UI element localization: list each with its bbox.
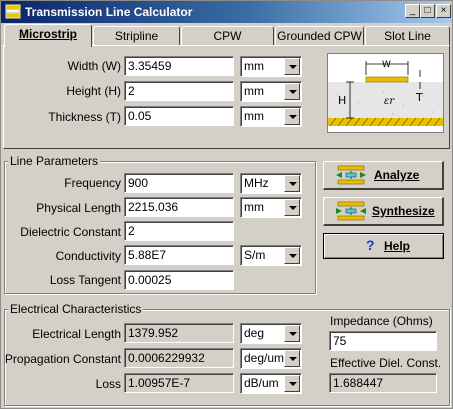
diagram-t-label: T: [415, 91, 423, 104]
physical-length-input[interactable]: 2215.036: [124, 197, 234, 217]
analyze-icon: [336, 165, 366, 185]
impedance-input[interactable]: 75: [329, 331, 437, 351]
chevron-down-icon[interactable]: [284, 325, 300, 342]
microstrip-cross-section: W H T εr: [328, 60, 443, 127]
propagation-constant-label: Propagation Constant: [4, 352, 121, 366]
loss-tangent-label: Loss Tangent: [49, 273, 121, 287]
tab-cpw[interactable]: CPW: [181, 26, 274, 46]
loss-unit-select[interactable]: dB/um: [240, 373, 302, 394]
microstrip-diagram: W H T εr: [327, 53, 444, 133]
help-label: Help: [384, 239, 411, 253]
app-icon: [5, 4, 21, 19]
frequency-input[interactable]: 900: [124, 173, 234, 193]
line-parameters-title: Line Parameters: [8, 154, 101, 168]
dielectric-constant-input[interactable]: 2: [124, 221, 234, 241]
electrical-length-label: Electrical Length: [32, 327, 121, 341]
help-button[interactable]: ? Help: [323, 233, 444, 259]
chevron-down-icon[interactable]: [284, 247, 300, 264]
chevron-down-icon[interactable]: [284, 108, 300, 125]
chevron-down-icon[interactable]: [284, 199, 300, 216]
window-title: Transmission Line Calculator: [25, 5, 193, 19]
tab-microstrip[interactable]: Microstrip: [4, 24, 92, 47]
thickness-label: Thickness (T): [48, 110, 121, 124]
chevron-down-icon[interactable]: [284, 58, 300, 75]
synthesize-label: Synthesize: [372, 204, 435, 218]
propagation-constant-output: 0.0006229932: [124, 348, 234, 368]
loss-label: Loss: [95, 377, 121, 391]
conductivity-unit-select[interactable]: S/m: [240, 245, 302, 266]
synthesize-icon: [336, 201, 366, 221]
height-input[interactable]: 2: [124, 81, 234, 101]
impedance-label: Impedance (Ohms): [330, 314, 433, 328]
title-bar[interactable]: Transmission Line Calculator _ □ ×: [1, 1, 452, 23]
propagation-constant-unit-select[interactable]: deg/um: [240, 348, 302, 369]
physical-length-unit-select[interactable]: mm: [240, 197, 302, 218]
height-unit-select[interactable]: mm: [240, 81, 302, 102]
analyze-button[interactable]: Analyze: [323, 161, 444, 190]
loss-tangent-input[interactable]: 0.00025: [124, 270, 234, 290]
diagram-h-label: H: [338, 94, 346, 107]
analyze-label: Analyze: [374, 168, 420, 182]
eff-diel-label: Effective Diel. Const.: [330, 356, 442, 370]
electrical-length-output: 1379.952: [124, 323, 234, 343]
minimize-button[interactable]: _: [405, 4, 420, 18]
frequency-label: Frequency: [64, 176, 121, 190]
app-window: Transmission Line Calculator _ □ × Micro…: [0, 0, 453, 409]
electrical-length-unit-select[interactable]: deg: [240, 323, 302, 344]
help-icon: ?: [366, 237, 375, 253]
conductivity-input[interactable]: 5.88E7: [124, 245, 234, 265]
electrical-characteristics-title: Electrical Characteristics: [8, 302, 144, 316]
maximize-button[interactable]: □: [420, 4, 435, 18]
synthesize-button[interactable]: Synthesize: [323, 197, 444, 226]
frequency-unit-select[interactable]: MHz: [240, 173, 302, 194]
tab-grounded-cpw[interactable]: Grounded CPW: [275, 26, 364, 46]
close-button[interactable]: ×: [436, 4, 451, 18]
conductivity-label: Conductivity: [55, 249, 121, 263]
thickness-input[interactable]: 0.05: [124, 106, 234, 126]
width-unit-select[interactable]: mm: [240, 56, 302, 77]
tab-stripline[interactable]: Stripline: [93, 26, 180, 46]
chevron-down-icon[interactable]: [284, 175, 300, 192]
diagram-w-label: W: [382, 60, 391, 70]
chevron-down-icon[interactable]: [284, 83, 300, 100]
dielectric-constant-label: Dielectric Constant: [20, 225, 121, 239]
loss-output: 1.00957E-7: [124, 373, 234, 393]
tab-slot-line[interactable]: Slot Line: [365, 26, 450, 46]
thickness-unit-select[interactable]: mm: [240, 106, 302, 127]
chevron-down-icon[interactable]: [284, 350, 300, 367]
chevron-down-icon[interactable]: [284, 375, 300, 392]
eff-diel-output: 1.688447: [329, 373, 437, 393]
height-label: Height (H): [66, 84, 121, 98]
diagram-er-label: εr: [384, 96, 395, 107]
width-input[interactable]: 3.35459: [124, 56, 234, 76]
width-label: Width (W): [67, 59, 121, 73]
physical-length-label: Physical Length: [36, 201, 121, 215]
